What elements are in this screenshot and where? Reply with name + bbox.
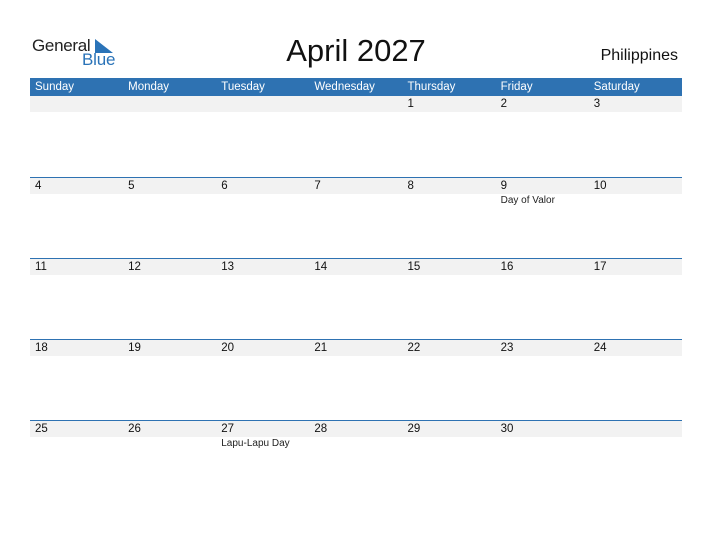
day-number: 28	[314, 423, 328, 435]
day-number: 29	[407, 423, 421, 435]
weekday-friday: Friday	[500, 81, 533, 93]
holiday-label	[589, 194, 682, 208]
holiday-label	[123, 437, 216, 451]
day-number: 24	[593, 342, 607, 354]
day-number-band: 4 5 6 7 8 9 10	[30, 178, 682, 194]
country-label: Philippines	[600, 47, 678, 64]
day-number-band: 1 2 3	[30, 96, 682, 112]
week-row: 11 12 13 14 15 16 17	[30, 258, 682, 339]
weekday-saturday: Saturday	[593, 81, 640, 93]
day-number: 8	[407, 180, 414, 192]
day-number: 4	[35, 180, 42, 192]
day-number	[216, 96, 309, 112]
weekday-monday: Monday	[128, 81, 170, 93]
weekday-sunday: Sunday	[35, 81, 75, 93]
holiday-label	[123, 194, 216, 208]
day-number: 16	[500, 261, 514, 273]
holiday-label	[30, 194, 123, 208]
day-number: 25	[35, 423, 48, 435]
day-number-band: 18 19 20 21 22 23 24	[30, 340, 682, 356]
day-number: 26	[128, 423, 141, 435]
weekday-tuesday: Tuesday	[221, 81, 265, 93]
weekday-header: Sunday Monday Tuesday Wednesday Thursday…	[30, 78, 682, 96]
calendar-grid: Sunday Monday Tuesday Wednesday Thursday…	[30, 78, 682, 501]
day-number: 11	[35, 261, 47, 273]
weekday-wednesday: Wednesday	[314, 81, 375, 93]
holiday-label	[589, 437, 682, 451]
week-row: 1 2 3	[30, 96, 682, 177]
events-band: Lapu-Lapu Day	[30, 437, 682, 451]
day-number: 13	[221, 261, 235, 273]
day-number: 23	[500, 342, 514, 354]
day-number: 22	[407, 342, 421, 354]
week-row: 4 5 6 7 8 9 10 Day of Valor	[30, 177, 682, 258]
week-row: 18 19 20 21 22 23 24	[30, 339, 682, 420]
holiday-label	[30, 437, 123, 451]
day-number: 2	[500, 98, 508, 110]
holiday-label	[496, 437, 589, 451]
day-number: 27	[221, 423, 235, 435]
day-number: 10	[593, 180, 607, 192]
day-number	[123, 96, 216, 112]
holiday-label	[403, 437, 496, 451]
day-number: 21	[314, 342, 328, 354]
day-number: 3	[593, 98, 601, 110]
day-number: 15	[407, 261, 421, 273]
day-number: 9	[500, 180, 508, 192]
events-band: Day of Valor	[30, 194, 682, 208]
day-number	[589, 421, 682, 437]
day-number: 6	[221, 180, 228, 192]
weekday-thursday: Thursday	[407, 81, 456, 93]
day-number: 7	[314, 180, 321, 192]
holiday-label: Lapu-Lapu Day	[221, 438, 290, 449]
day-number: 18	[35, 342, 48, 354]
holiday-label	[216, 194, 309, 208]
day-number: 19	[128, 342, 141, 354]
day-number-band: 25 26 27 28 29 30	[30, 421, 682, 437]
day-number: 5	[128, 180, 135, 192]
day-number: 14	[314, 261, 328, 273]
holiday-label: Day of Valor	[500, 195, 555, 206]
day-number: 12	[128, 261, 141, 273]
day-number: 30	[500, 423, 514, 435]
holiday-label	[309, 194, 402, 208]
day-number: 20	[221, 342, 235, 354]
week-row: 25 26 27 28 29 30 Lapu-Lapu Day	[30, 420, 682, 501]
day-number-band: 11 12 13 14 15 16 17	[30, 259, 682, 275]
holiday-label	[403, 194, 496, 208]
day-number	[309, 96, 402, 112]
day-number: 1	[407, 98, 414, 110]
day-number	[30, 96, 123, 112]
holiday-label	[309, 437, 402, 451]
day-number: 17	[593, 261, 607, 273]
